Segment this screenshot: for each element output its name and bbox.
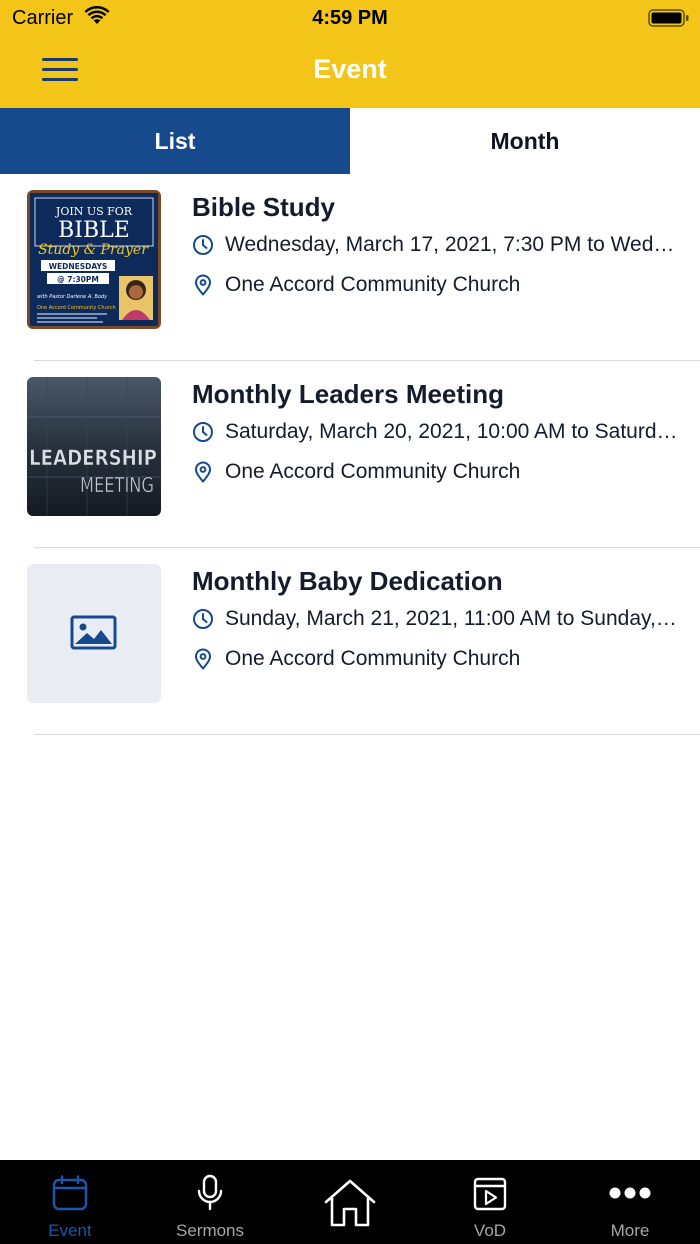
- page-title: Event: [313, 54, 387, 84]
- location-pin-icon: [195, 648, 211, 670]
- calendar-icon: [52, 1175, 88, 1211]
- battery-icon: [648, 9, 689, 27]
- flyer-text-wednesdays: WEDNESDAYS: [49, 262, 108, 271]
- tabbar-home[interactable]: [280, 1160, 420, 1244]
- tabbar-label: Sermons: [175, 1221, 245, 1240]
- event-datetime-text: Wednesday, March 17, 2021, 7:30 PM to We…: [225, 233, 682, 256]
- tabbar-more[interactable]: More: [560, 1160, 700, 1244]
- clock-icon: [193, 609, 213, 629]
- event-thumbnail: JOIN US FOR BIBLE Study & Prayer WEDNESD…: [27, 190, 161, 329]
- event-location-text: One Accord Community Church: [225, 273, 521, 296]
- tab-list[interactable]: List: [0, 108, 350, 174]
- view-tabs: List Month: [0, 108, 700, 174]
- tabbar-label: Event: [48, 1221, 92, 1240]
- location-pin-icon: [195, 461, 211, 483]
- event-list: JOIN US FOR BIBLE Study & Prayer WEDNESD…: [0, 174, 700, 735]
- clock-icon: [193, 235, 213, 255]
- event-item-leaders-meeting[interactable]: LEADERSHIP MEETING Monthly Leaders Meeti…: [0, 361, 700, 548]
- flyer-text-pastor: with Pastor Darlene A. Body: [37, 294, 108, 300]
- clock-icon: [193, 422, 213, 442]
- event-location-text: One Accord Community Church: [225, 647, 521, 670]
- event-title: Monthly Baby Dedication: [192, 566, 503, 596]
- microphone-icon: [197, 1174, 223, 1211]
- image-placeholder-icon: [70, 615, 117, 650]
- clock-time: 4:59 PM: [312, 7, 388, 29]
- tab-month[interactable]: Month: [350, 108, 700, 174]
- event-item-bible-study[interactable]: JOIN US FOR BIBLE Study & Prayer WEDNESD…: [0, 174, 700, 361]
- event-location: One Accord Community Church: [192, 458, 682, 486]
- event-location-text: One Accord Community Church: [225, 460, 521, 483]
- flyer-text-church: One Accord Community Church: [37, 305, 116, 311]
- tabbar-label: More: [610, 1221, 650, 1240]
- event-title: Monthly Leaders Meeting: [192, 379, 505, 409]
- event-datetime: Saturday, March 20, 2021, 10:00 AM to Sa…: [192, 418, 682, 446]
- tabbar-label: VoD: [473, 1221, 507, 1240]
- flyer-text-study: Study & Prayer: [38, 242, 149, 258]
- event-title: Bible Study: [192, 192, 336, 222]
- event-datetime-text: Saturday, March 20, 2021, 10:00 AM to Sa…: [225, 420, 682, 443]
- more-dots-icon: [609, 1187, 651, 1199]
- tabbar-sermons[interactable]: Sermons: [140, 1160, 280, 1244]
- event-datetime: Sunday, March 21, 2021, 11:00 AM to Sund…: [192, 605, 682, 633]
- thumb-text-leadership: LEADERSHIP: [29, 446, 157, 470]
- flyer-text-time: @ 7:30PM: [57, 275, 99, 284]
- home-icon: [324, 1179, 376, 1227]
- thumb-text-meeting: MEETING: [80, 473, 154, 497]
- tabbar-event[interactable]: Event: [0, 1160, 140, 1244]
- event-location: One Accord Community Church: [192, 271, 682, 299]
- tabbar-vod[interactable]: VoD: [420, 1160, 560, 1244]
- row-divider: [34, 734, 700, 735]
- app-header: Carrier 4:59 PM Event: [0, 0, 700, 108]
- flyer-text-join: JOIN US FOR: [55, 205, 133, 218]
- event-thumbnail: [27, 564, 161, 703]
- flyer-text-bible: BIBLE: [58, 218, 130, 243]
- location-pin-icon: [195, 274, 211, 296]
- video-play-icon: [473, 1177, 507, 1211]
- event-datetime: Wednesday, March 17, 2021, 7:30 PM to We…: [192, 231, 682, 259]
- status-bar: Carrier 4:59 PM: [0, 0, 700, 36]
- event-thumbnail: LEADERSHIP MEETING: [27, 377, 161, 516]
- event-item-baby-dedication[interactable]: Monthly Baby Dedication Sunday, March 21…: [0, 548, 700, 735]
- bottom-tab-bar: Event Sermons VoD More: [0, 1160, 700, 1244]
- event-datetime-text: Sunday, March 21, 2021, 11:00 AM to Sund…: [225, 607, 682, 630]
- event-location: One Accord Community Church: [192, 645, 682, 673]
